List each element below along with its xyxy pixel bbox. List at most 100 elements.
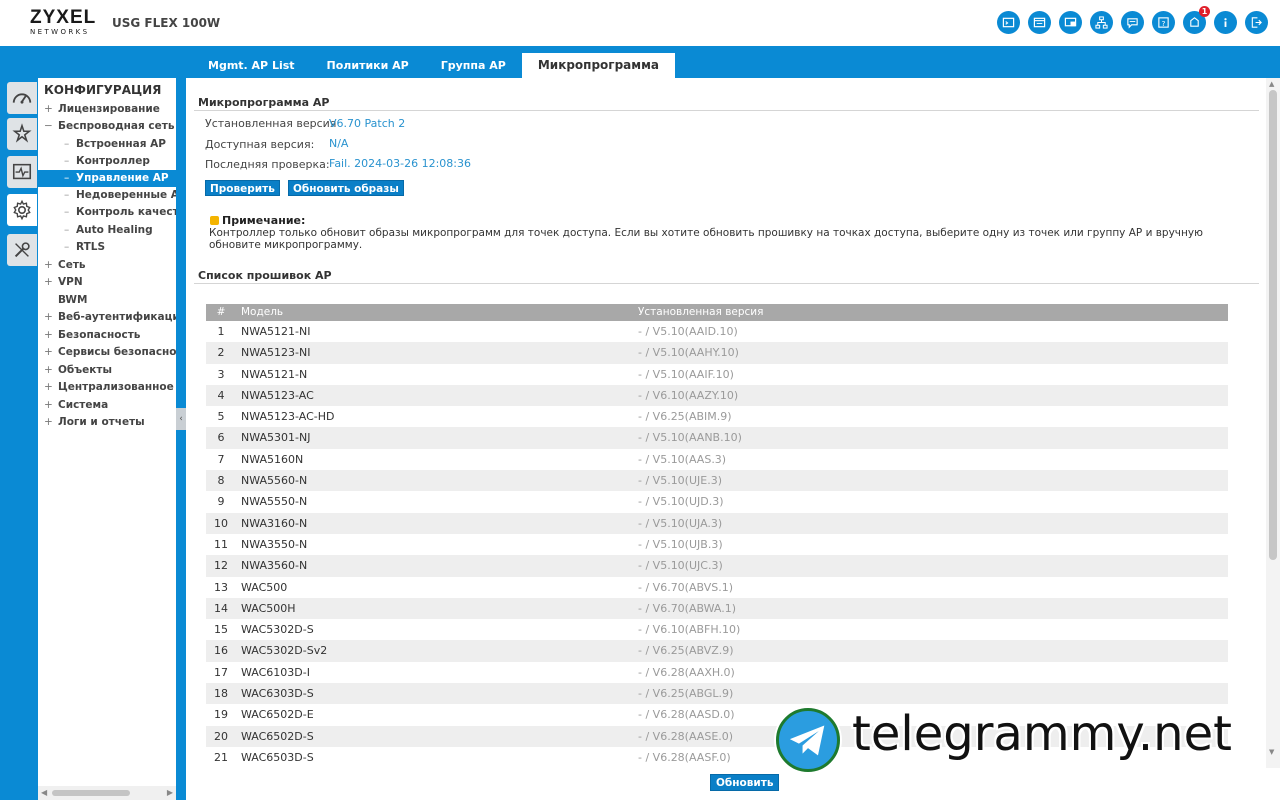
update-images-button[interactable]: Обновить образы (288, 180, 404, 196)
cli-icon[interactable] (1028, 11, 1051, 34)
nav-item-central-management[interactable]: + Централизованное управление (44, 379, 176, 396)
row-model: NWA5121-NI (241, 325, 311, 338)
scroll-down-icon[interactable]: ▼ (1269, 748, 1274, 756)
col-header-model[interactable]: Модель (241, 304, 283, 321)
row-number: 11 (214, 537, 228, 551)
row-model: WAC5302D-Sv2 (241, 644, 328, 658)
row-version: - / V6.10(AAZY.10) (638, 388, 739, 402)
tab-mgmt-ap-list[interactable]: Mgmt. AP List (192, 53, 311, 78)
scroll-right-icon[interactable]: ▶ (167, 788, 173, 797)
nav-item-network[interactable]: + Сеть (44, 257, 86, 274)
table-row[interactable]: 5 NWA5123-AC-HD - / V6.25(ABIM.9) (206, 406, 1228, 427)
table-row[interactable]: 17 WAC6103D-I - / V6.28(AAXH.0) (206, 662, 1228, 683)
row-model: NWA5550-N (241, 495, 308, 509)
nav-item-objects[interactable]: + Объекты (44, 362, 112, 379)
nav-item-web-auth[interactable]: + Веб-аутентификация (44, 309, 176, 326)
table-row[interactable]: 6 NWA5301-NJ - / V5.10(AANB.10) (206, 427, 1228, 449)
table-row[interactable]: 8 NWA5560-N - / V5.10(UJE.3) (206, 470, 1228, 492)
nav-item-logs-reports[interactable]: + Логи и отчеты (44, 414, 145, 431)
expand-icon: + (44, 311, 53, 323)
network-map-icon[interactable] (1090, 11, 1113, 34)
nav-sub-auto-healing[interactable]: – Auto Healing (38, 222, 176, 239)
help-icon[interactable]: ? (1152, 11, 1175, 34)
nav-sub-ap-management[interactable]: – Управление AP (38, 170, 176, 187)
console-icon[interactable] (997, 11, 1020, 34)
nav-item-security-services[interactable]: + Сервисы безопасности (44, 344, 176, 361)
nav-item-bwm[interactable]: BWM (44, 292, 87, 309)
table-row[interactable]: 14 WAC500H - / V6.70(ABWA.1) (206, 597, 1228, 620)
table-row[interactable]: 2 NWA5123-NI - / V5.10(AAHY.10) (206, 342, 1228, 364)
nav-sub-embedded-ap[interactable]: – Встроенная AP (38, 136, 176, 153)
row-version: - / V6.10(ABFH.10) (638, 623, 741, 637)
nav-item-wireless[interactable]: − Беспроводная сеть (44, 118, 174, 135)
collapse-nav-chevron-icon[interactable]: ‹ (176, 408, 186, 430)
table-row[interactable]: 15 WAC5302D-S - / V6.10(ABFH.10) (206, 619, 1228, 640)
row-model: WAC6303D-S (241, 687, 314, 701)
installed-version-label: Установленная версия (205, 117, 337, 130)
nav-title: КОНФИГУРАЦИЯ (44, 83, 162, 97)
row-version: - / V5.10(UJE.3) (638, 474, 723, 488)
row-model: NWA5123-AC (241, 388, 314, 402)
wizard-icon[interactable] (7, 118, 37, 150)
nav-sub-rtls[interactable]: – RTLS (38, 239, 176, 256)
tab-ap-group[interactable]: Группа AP (425, 53, 522, 78)
table-row[interactable]: 12 NWA3560-N - / V5.10(UJC.3) (206, 555, 1228, 577)
table-row[interactable]: 18 WAC6303D-S - / V6.25(ABGL.9) (206, 683, 1228, 705)
table-row[interactable]: 4 NWA5123-AC - / V6.10(AAZY.10) (206, 384, 1228, 407)
logout-icon[interactable] (1245, 11, 1268, 34)
note-text: Контроллер только обновит образы микропр… (209, 227, 1203, 251)
row-model: NWA5160N (241, 452, 304, 466)
section-divider (194, 283, 1259, 284)
nav-sub-quality-control[interactable]: –Контроль качества (38, 204, 176, 221)
nav-item-vpn[interactable]: + VPN (44, 274, 83, 291)
tab-ap-policies[interactable]: Политики AP (311, 53, 425, 78)
apply-update-button[interactable]: Обновить (710, 774, 780, 791)
tab-firmware[interactable]: Микропрограмма (521, 53, 675, 78)
nav-item-label: VPN (58, 276, 83, 288)
nav-item-label: Лицензирование (58, 103, 160, 115)
table-row[interactable]: 10 NWA3160-N - / V5.10(UJA.3) (206, 512, 1228, 534)
dashboard-icon[interactable] (7, 82, 37, 114)
scroll-left-icon[interactable]: ◀ (41, 788, 47, 797)
nav-sub-label: Auto Healing (76, 224, 153, 236)
installed-version-value: V6.70 Patch 2 (329, 117, 406, 130)
col-header-number[interactable]: # (206, 304, 236, 321)
maintenance-tools-icon[interactable] (7, 234, 37, 266)
nav-item-label: Система (58, 399, 109, 411)
check-button[interactable]: Проверить (205, 180, 280, 196)
monitor-icon[interactable] (7, 156, 37, 188)
table-row[interactable]: 11 NWA3550-N - / V5.10(UJB.3) (206, 534, 1228, 555)
table-row[interactable]: 16 WAC5302D-Sv2 - / V6.25(ABVZ.9) (206, 640, 1228, 662)
nav-sub-rogue-ap[interactable]: – Недоверенные AP (38, 187, 176, 204)
nav-item-system[interactable]: + Система (44, 397, 108, 414)
scroll-up-icon[interactable]: ▲ (1269, 80, 1274, 88)
row-model: NWA3560-N (241, 559, 308, 573)
row-version: - / V5.10(AAIF.10) (638, 367, 734, 381)
table-row[interactable]: 1 NWA5121-NI - / V5.10(AAID.10) (206, 321, 1228, 342)
table-row[interactable]: 3 NWA5121-N - / V5.10(AAIF.10) (206, 364, 1228, 385)
table-row[interactable]: 13 WAC500 - / V6.70(ABVS.1) (206, 577, 1228, 598)
nav-sub-controller[interactable]: – Контроллер (38, 153, 176, 170)
chat-icon[interactable] (1121, 11, 1144, 34)
nav-item-security[interactable]: + Безопасность (44, 327, 140, 344)
configuration-gear-icon[interactable] (7, 194, 37, 226)
expand-icon: + (44, 399, 53, 411)
row-model: NWA5560-N (241, 474, 308, 488)
watermark: telegrammy.net (776, 706, 1266, 772)
notification-icon[interactable]: 1 (1183, 6, 1210, 34)
notification-badge: 1 (1199, 6, 1210, 17)
row-model: WAC500H (241, 601, 296, 615)
nav-item-label: Сеть (58, 259, 86, 271)
content-vertical-scrollbar[interactable]: ▲ ▼ (1266, 78, 1280, 768)
nav-horizontal-scrollbar[interactable]: ◀ ▶ (38, 786, 176, 800)
nav-item-licensing[interactable]: + Лицензирование (44, 101, 160, 118)
table-row[interactable]: 9 NWA5550-N - / V5.10(UJD.3) (206, 491, 1228, 512)
row-version: - / V6.70(ABWA.1) (638, 601, 737, 615)
monitor-window-icon[interactable] (1059, 11, 1082, 34)
table-row[interactable]: 7 NWA5160N - / V5.10(AAS.3) (206, 449, 1228, 470)
info-icon[interactable] (1214, 11, 1237, 34)
col-header-version[interactable]: Установленная версия (638, 304, 763, 321)
scrollbar-thumb[interactable] (52, 790, 130, 796)
svg-text:?: ? (1162, 19, 1166, 28)
scrollbar-thumb[interactable] (1269, 90, 1277, 560)
